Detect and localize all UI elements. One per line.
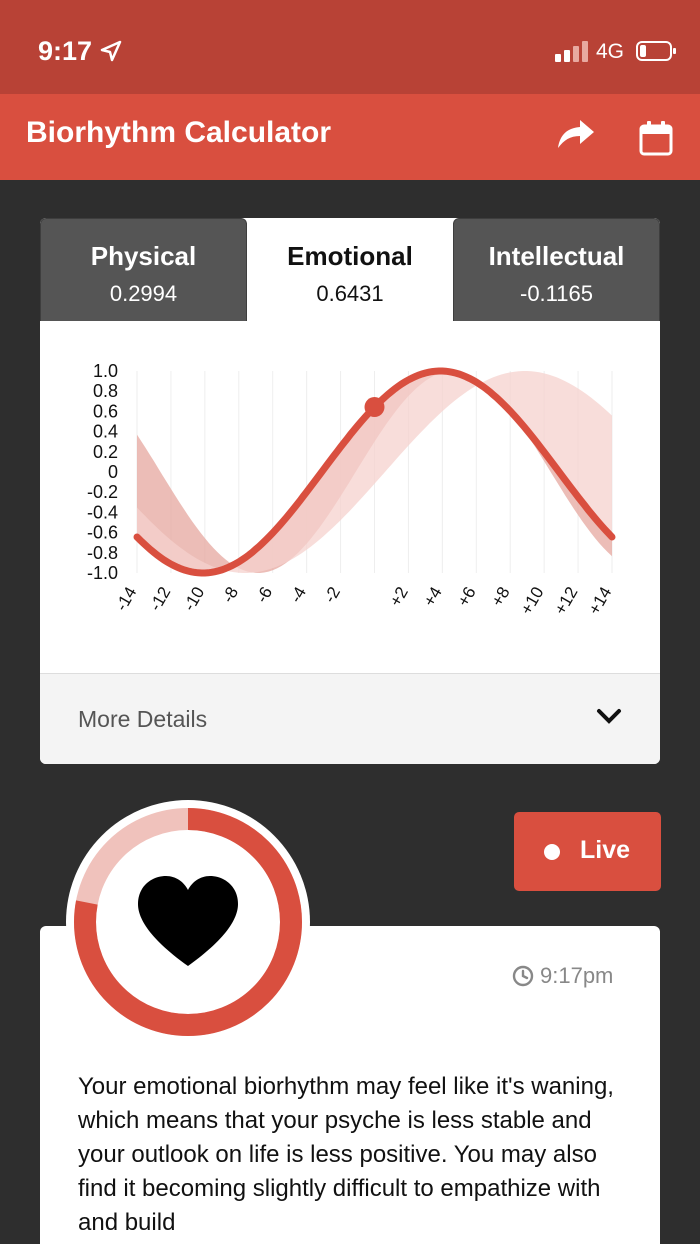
cycle-tabs: Physical 0.2994 Emotional 0.6431 Intelle…	[40, 218, 660, 321]
y-tick-label: 0.8	[93, 381, 118, 401]
x-tick-label: -10	[180, 584, 209, 615]
x-tick-label: -6	[252, 584, 276, 607]
tab-value: 0.6431	[316, 281, 384, 306]
biorhythm-chart-card: Physical 0.2994 Emotional 0.6431 Intelle…	[40, 218, 660, 764]
y-tick-label: -0.4	[87, 502, 118, 522]
chevron-down-icon	[596, 708, 622, 731]
calendar-icon[interactable]	[638, 120, 678, 156]
tab-label: Physical	[90, 241, 197, 271]
status-time: 9:17	[38, 36, 93, 66]
battery-icon	[636, 40, 678, 67]
location-arrow-icon	[100, 40, 122, 67]
tab-intellectual[interactable]: Intellectual -0.1165	[453, 218, 660, 321]
y-tick-label: 0.6	[93, 401, 118, 421]
tab-value: -0.1165	[520, 281, 593, 306]
y-tick-label: -0.6	[87, 523, 118, 543]
tab-physical[interactable]: Physical 0.2994	[40, 218, 247, 321]
current-point	[364, 397, 385, 418]
x-tick-label: +14	[585, 584, 616, 618]
x-tick-label: +2	[386, 584, 412, 610]
y-tick-label: 1.0	[93, 361, 118, 381]
biorhythm-chart: 1.0 0.8 0.6 0.4 0.2 0 -0.2 -0.4 -0.6 -0.8 -1.0 -14-…	[40, 321, 660, 673]
x-tick-label: -14	[112, 584, 141, 615]
y-tick-label: 0	[108, 462, 118, 482]
more-details-row[interactable]: More Details	[40, 673, 660, 764]
y-tick-label: -0.8	[87, 543, 118, 563]
more-details-label: More Details	[78, 706, 208, 732]
y-tick-label: 0.2	[93, 442, 118, 462]
x-tick-label: -12	[146, 584, 175, 615]
y-tick-label: 0.4	[93, 422, 118, 442]
app-header: Biorhythm Calculator	[0, 94, 700, 180]
tab-emotional[interactable]: Emotional 0.6431	[247, 218, 453, 321]
chart-svg: 1.00.80.60.40.20-0.2-0.4-0.6-0.8-1.0-14-…	[87, 361, 616, 618]
y-tick-label: -1.0	[87, 563, 118, 583]
signal-bars-icon	[555, 40, 589, 67]
x-tick-label: +6	[454, 584, 480, 610]
x-tick-label: -4	[286, 584, 310, 607]
live-button[interactable]: Live	[514, 812, 661, 891]
tab-label: Intellectual	[488, 241, 625, 271]
x-tick-label: +4	[420, 584, 446, 610]
clock-icon	[512, 965, 534, 993]
x-tick-label: +12	[551, 584, 582, 618]
x-tick-label: +8	[488, 584, 514, 610]
live-label: Live	[580, 836, 631, 864]
app-title: Biorhythm Calculator	[26, 116, 332, 149]
info-description: Your emotional biorhythm may feel like i…	[78, 1073, 614, 1236]
share-icon[interactable]	[556, 116, 596, 152]
info-time: 9:17pm	[540, 963, 614, 988]
network-label: 4G	[596, 40, 625, 63]
tab-value: 0.2994	[109, 281, 178, 306]
emotional-gauge	[66, 800, 310, 1044]
live-dot-icon	[544, 844, 560, 860]
x-tick-label: +10	[517, 584, 548, 618]
y-tick-label: -0.2	[87, 482, 118, 502]
tab-label: Emotional	[287, 241, 413, 271]
x-tick-label: -8	[218, 584, 242, 607]
status-bar: 9:17 4G	[0, 0, 700, 94]
x-tick-label: -2	[320, 584, 344, 607]
